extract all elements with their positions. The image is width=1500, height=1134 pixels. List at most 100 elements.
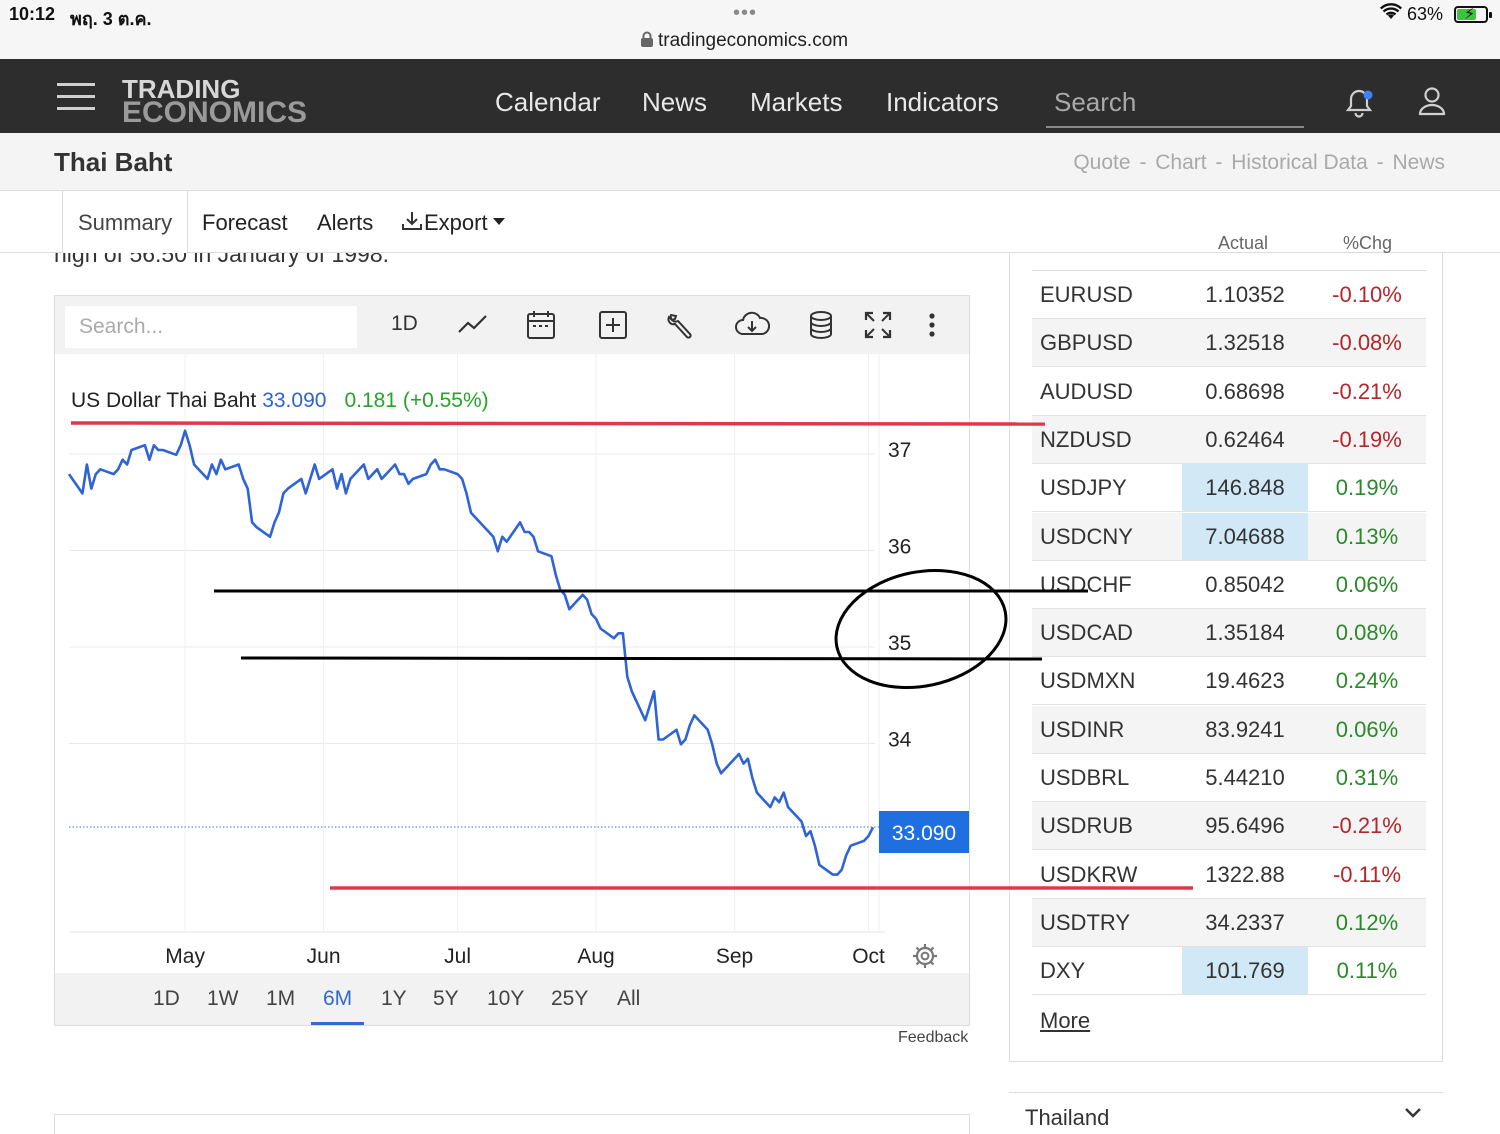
table-row[interactable]: GBPUSD 1.32518 -0.08% (1032, 319, 1426, 368)
row-symbol[interactable]: USDCNY (1040, 524, 1133, 550)
price-chart[interactable]: 37 36 35 34 May Jun Jul Aug Sep Oct 33.090 US Do… (55, 354, 969, 974)
row-symbol[interactable]: EURUSD (1040, 282, 1133, 308)
table-row[interactable]: USDINR 83.9241 0.06% (1032, 705, 1426, 754)
y-tick-label: 36 (888, 536, 911, 559)
link-historical-data[interactable]: Historical Data (1231, 151, 1368, 174)
table-row[interactable]: USDCNY 7.04688 0.13% (1032, 512, 1426, 561)
link-news[interactable]: News (1392, 151, 1445, 174)
row-symbol[interactable]: USDMXN (1040, 668, 1135, 694)
chart-search (65, 306, 357, 348)
chart-toolbar: 1D (55, 296, 969, 354)
row-symbol[interactable]: USDCAD (1040, 620, 1133, 646)
row-symbol[interactable]: USDINR (1040, 717, 1124, 743)
table-row[interactable]: AUDUSD 0.68698 -0.21% (1032, 368, 1426, 416)
row-symbol[interactable]: USDCHF (1040, 572, 1132, 598)
nav-search-input[interactable] (1046, 82, 1304, 122)
wrench-icon[interactable] (666, 310, 694, 342)
table-row[interactable]: EURUSD 1.10352 -0.10% (1032, 271, 1426, 319)
table-row[interactable]: USDKRW 1322.88 -0.11% (1032, 851, 1426, 899)
range-button-25y[interactable]: 25Y (551, 973, 588, 1025)
table-row[interactable]: NZDUSD 0.62464 -0.19% (1032, 415, 1426, 464)
logo[interactable]: TRADING ECONOMICS (122, 76, 307, 128)
row-symbol[interactable]: USDBRL (1040, 765, 1129, 791)
add-series-icon[interactable] (598, 310, 628, 342)
table-row[interactable]: USDMXN 19.4623 0.24% (1032, 657, 1426, 706)
cloud-download-icon[interactable] (734, 310, 771, 342)
nav-link-news[interactable]: News (642, 87, 707, 118)
table-row[interactable]: DXY 101.769 0.11% (1032, 947, 1426, 996)
tab-alerts[interactable]: Alerts (317, 210, 373, 236)
table-row[interactable]: USDRUB 95.6496 -0.21% (1032, 802, 1426, 851)
database-icon[interactable] (809, 310, 833, 342)
range-button-1d[interactable]: 1D (153, 973, 180, 1025)
table-row[interactable]: USDBRL 5.44210 0.31% (1032, 754, 1426, 802)
more-options-icon[interactable] (927, 310, 937, 342)
chart-search-input[interactable] (65, 306, 357, 348)
row-symbol[interactable]: USDTRY (1040, 910, 1130, 936)
table-header: Actual %Chg (1032, 233, 1426, 271)
row-symbol[interactable]: USDJPY (1040, 475, 1127, 501)
link-quote[interactable]: Quote (1073, 151, 1130, 174)
calendar-icon[interactable] (526, 310, 556, 342)
chart-legend: US Dollar Thai Baht 33.090 0.181 (+0.55%) (71, 389, 489, 412)
row-actual: 1.35184 (1205, 620, 1285, 646)
nav-link-indicators[interactable]: Indicators (886, 87, 999, 118)
row-actual: 83.9241 (1205, 716, 1285, 742)
line-chart-icon[interactable] (457, 310, 489, 342)
caret-down-icon (492, 218, 505, 225)
legend-series-name: US Dollar Thai Baht (71, 389, 256, 412)
interval-button[interactable]: 1D (391, 312, 418, 344)
row-actual: 146.848 (1182, 464, 1308, 512)
range-button-5y[interactable]: 5Y (433, 973, 459, 1025)
row-change: 0.13% (1335, 523, 1399, 549)
nav-link-markets[interactable]: Markets (750, 87, 842, 118)
feedback-link[interactable]: Feedback (898, 1029, 968, 1047)
download-icon (402, 212, 422, 230)
thailand-label: Thailand (1025, 1105, 1110, 1130)
row-symbol[interactable]: DXY (1040, 958, 1085, 984)
hamburger-menu-icon[interactable] (57, 83, 95, 113)
x-tick-label: Oct (852, 945, 885, 968)
range-button-10y[interactable]: 10Y (487, 973, 524, 1025)
y-tick-label: 35 (888, 632, 911, 655)
table-row[interactable]: USDTRY 34.2337 0.12% (1032, 898, 1426, 947)
y-tick-label: 37 (888, 439, 911, 462)
range-button-all[interactable]: All (617, 973, 640, 1025)
row-symbol[interactable]: GBPUSD (1040, 330, 1133, 356)
table-row[interactable]: USDCHF 0.85042 0.06% (1032, 561, 1426, 609)
tab-export-label: Export (424, 210, 488, 235)
more-dots-icon[interactable]: ••• (733, 2, 757, 25)
fullscreen-icon[interactable] (863, 310, 893, 342)
row-actual: 19.4623 (1205, 668, 1285, 694)
row-change: 0.06% (1335, 716, 1399, 742)
table-row[interactable]: USDJPY 146.848 0.19% (1032, 464, 1426, 513)
row-change: -0.10% (1332, 282, 1402, 307)
wifi-icon (1379, 3, 1403, 26)
range-button-6m[interactable]: 6M (311, 973, 365, 1025)
tab-export[interactable]: Export (400, 210, 506, 236)
link-chart[interactable]: Chart (1155, 151, 1206, 174)
price-line (67, 429, 875, 876)
settings-gear-icon[interactable] (913, 944, 937, 968)
row-symbol[interactable]: USDKRW (1040, 862, 1137, 888)
range-button-1w[interactable]: 1W (207, 973, 239, 1025)
range-button-1m[interactable]: 1M (266, 973, 295, 1025)
row-actual: 7.04688 (1182, 512, 1308, 560)
row-symbol[interactable]: AUDUSD (1040, 379, 1133, 405)
more-link[interactable]: More (1040, 1008, 1090, 1034)
bell-icon[interactable] (1344, 87, 1374, 124)
range-button-1y[interactable]: 1Y (381, 973, 407, 1025)
table-row[interactable]: USDCAD 1.35184 0.08% (1032, 609, 1426, 658)
nav-link-calendar[interactable]: Calendar (495, 87, 601, 118)
range-bar: 1D 1W 1M 6M 1Y 5Y 10Y 25Y All (55, 973, 969, 1025)
row-change: -0.08% (1332, 330, 1402, 356)
row-symbol[interactable]: USDRUB (1040, 813, 1133, 839)
address-bar[interactable]: tradingeconomics.com (640, 30, 848, 52)
tab-summary[interactable]: Summary (62, 191, 188, 253)
row-actual: 5.44210 (1205, 765, 1285, 790)
tab-forecast[interactable]: Forecast (202, 210, 288, 236)
user-icon[interactable] (1418, 86, 1446, 121)
row-symbol[interactable]: NZDUSD (1040, 427, 1132, 453)
thailand-section-header[interactable]: Thailand (1009, 1092, 1443, 1130)
y-tick-label: 34 (888, 729, 912, 752)
